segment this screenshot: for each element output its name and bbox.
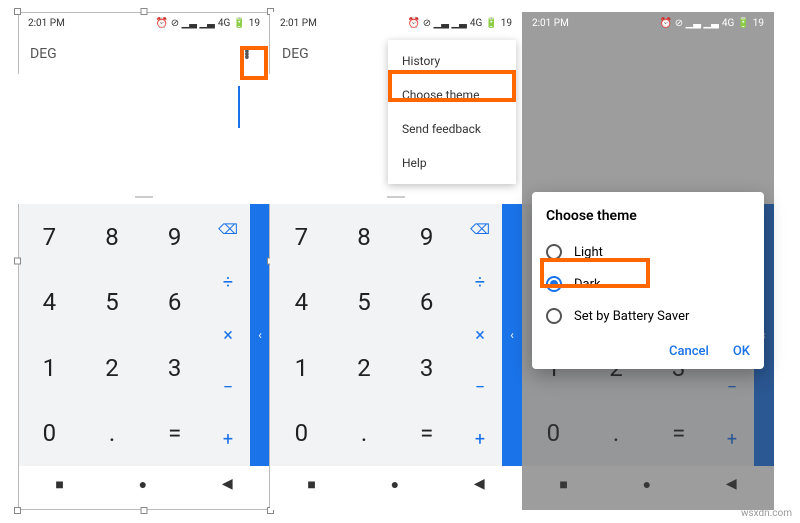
theme-option-battery[interactable]: Set by Battery Saver <box>546 300 750 332</box>
key-subtract[interactable]: − <box>458 361 502 413</box>
key-divide[interactable]: ÷ <box>206 256 250 308</box>
overflow-menu-button[interactable]: ••• <box>236 46 258 63</box>
key-1[interactable]: 1 <box>270 335 333 401</box>
key-6[interactable]: 6 <box>143 270 206 336</box>
key-subtract[interactable]: − <box>206 361 250 413</box>
home-button[interactable]: ● <box>391 476 399 493</box>
theme-option-dark[interactable]: Dark <box>546 268 750 300</box>
status-icons: ⏰ ⊘ ▁▃ ▁▃ 4G 🔋19 <box>408 18 512 29</box>
key-multiply[interactable]: × <box>458 309 502 361</box>
key-6[interactable]: 6 <box>395 270 458 336</box>
key-4[interactable]: 4 <box>18 270 81 336</box>
key-add[interactable]: + <box>458 414 502 466</box>
key-7[interactable]: 7 <box>270 204 333 270</box>
key-1[interactable]: 1 <box>18 335 81 401</box>
theme-label-battery: Set by Battery Saver <box>574 309 689 324</box>
key-4[interactable]: 4 <box>270 270 333 336</box>
key-9[interactable]: 9 <box>395 204 458 270</box>
key-8[interactable]: 8 <box>81 204 144 270</box>
theme-option-light[interactable]: Light <box>546 236 750 268</box>
screenshot-3: 2:01 PM ⏰ ⊘ ▁▃ ▁▃ 4G 🔋19 ••• 7 8 9 4 5 6… <box>522 12 774 510</box>
key-5[interactable]: 5 <box>81 270 144 336</box>
text-cursor <box>238 86 240 128</box>
recent-apps-button[interactable]: ■ <box>55 476 63 493</box>
dialog-title: Choose theme <box>546 208 750 224</box>
status-icons: ⏰ ⊘ ▁▃ ▁▃ 4G 🔋19 <box>156 18 260 29</box>
key-8[interactable]: 8 <box>333 204 396 270</box>
theme-label-light: Light <box>574 245 603 260</box>
key-5[interactable]: 5 <box>333 270 396 336</box>
theme-label-dark: Dark <box>574 277 601 292</box>
keypad: 7 8 9 4 5 6 1 2 3 0 . = ⌫ ÷ × − + ‹ <box>18 204 270 466</box>
status-icons: ⏰ ⊘ ▁▃ ▁▃ 4G 🔋19 <box>660 18 764 29</box>
key-9[interactable]: 9 <box>143 204 206 270</box>
menu-help[interactable]: Help <box>388 146 516 180</box>
radio-icon-checked <box>546 276 562 292</box>
key-0[interactable]: 0 <box>270 401 333 467</box>
key-dot[interactable]: . <box>81 401 144 467</box>
clock: 2:01 PM <box>28 18 65 29</box>
recent-apps-button[interactable]: ■ <box>307 476 315 493</box>
menu-choose-theme[interactable]: Choose theme <box>388 78 516 112</box>
cancel-button[interactable]: Cancel <box>669 344 709 359</box>
status-bar: 2:01 PM ⏰ ⊘ ▁▃ ▁▃ 4G 🔋19 <box>270 12 522 34</box>
status-bar: 2:01 PM ⏰ ⊘ ▁▃ ▁▃ 4G 🔋19 <box>522 12 774 34</box>
drag-handle <box>387 196 405 198</box>
clock: 2:01 PM <box>280 18 317 29</box>
screenshot-1: 2:01 PM ⏰ ⊘ ▁▃ ▁▃ 4G 🔋19 DEG ••• 7 8 9 4… <box>18 12 270 510</box>
calculator-display[interactable] <box>18 74 270 204</box>
key-backspace[interactable]: ⌫ <box>458 204 502 256</box>
menu-feedback[interactable]: Send feedback <box>388 112 516 146</box>
overflow-menu: History Choose theme Send feedback Help <box>388 40 516 184</box>
ok-button[interactable]: OK <box>733 344 750 359</box>
menu-history[interactable]: History <box>388 44 516 78</box>
key-equals[interactable]: = <box>143 401 206 467</box>
key-equals[interactable]: = <box>395 401 458 467</box>
mode-label: DEG <box>282 46 309 62</box>
mode-label: DEG <box>30 46 57 62</box>
back-button[interactable]: ◀ <box>222 476 233 492</box>
radio-icon <box>546 308 562 324</box>
screenshot-2: 2:01 PM ⏰ ⊘ ▁▃ ▁▃ 4G 🔋19 DEG 7 8 9 4 5 6… <box>270 12 522 510</box>
nav-bar: ■ ● ◀ <box>18 466 270 502</box>
radio-icon <box>546 244 562 260</box>
key-3[interactable]: 3 <box>395 335 458 401</box>
key-3[interactable]: 3 <box>143 335 206 401</box>
back-button[interactable]: ◀ <box>474 476 485 492</box>
advanced-panel-toggle[interactable]: ‹ <box>502 204 522 466</box>
nav-bar: ■ ● ◀ <box>270 466 522 502</box>
key-0[interactable]: 0 <box>18 401 81 467</box>
status-bar: 2:01 PM ⏰ ⊘ ▁▃ ▁▃ 4G 🔋19 <box>18 12 270 34</box>
choose-theme-dialog: Choose theme Light Dark Set by Battery S… <box>532 192 764 369</box>
key-7[interactable]: 7 <box>18 204 81 270</box>
keypad: 7 8 9 4 5 6 1 2 3 0 . = ⌫ ÷ × − + ‹ <box>270 204 522 466</box>
key-backspace[interactable]: ⌫ <box>206 204 250 256</box>
home-button[interactable]: ● <box>139 476 147 493</box>
clock: 2:01 PM <box>532 18 569 29</box>
mode-row: DEG ••• <box>18 34 270 74</box>
advanced-panel-toggle[interactable]: ‹ <box>250 204 270 466</box>
watermark: wsxdn.com <box>741 508 792 519</box>
drag-handle <box>135 196 153 198</box>
key-2[interactable]: 2 <box>81 335 144 401</box>
key-2[interactable]: 2 <box>333 335 396 401</box>
key-multiply[interactable]: × <box>206 309 250 361</box>
key-dot[interactable]: . <box>333 401 396 467</box>
key-divide[interactable]: ÷ <box>458 256 502 308</box>
key-add[interactable]: + <box>206 414 250 466</box>
